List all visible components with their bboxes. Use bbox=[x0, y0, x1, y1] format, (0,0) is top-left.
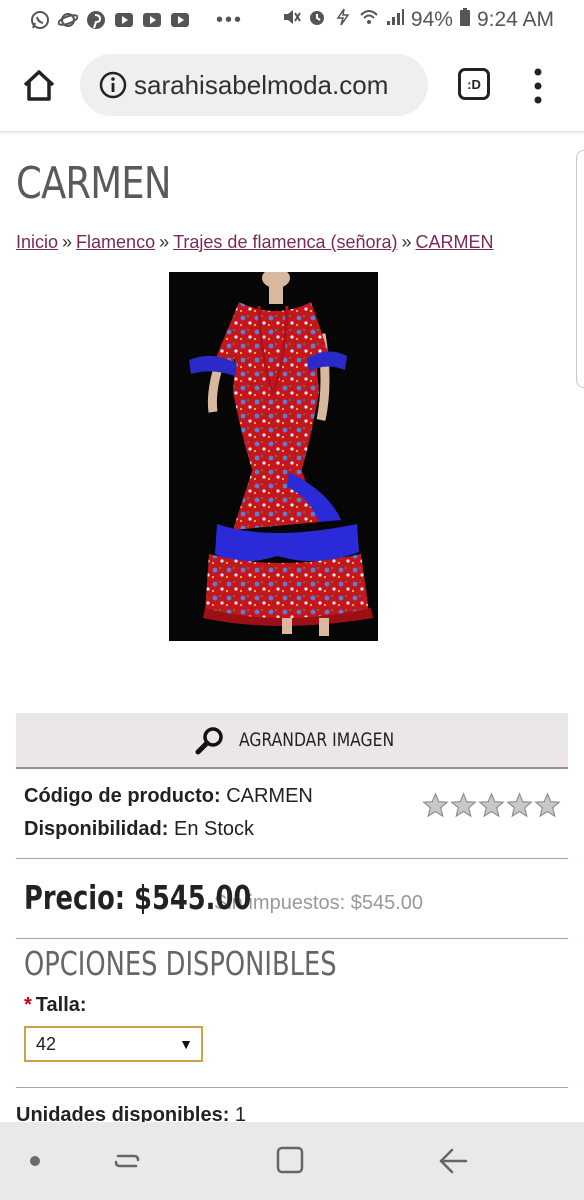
price-row: Precio: $545.00 Sin impuestos: $545.00 bbox=[24, 878, 423, 917]
availability-label: Disponibilidad: bbox=[24, 818, 169, 840]
star-icon bbox=[506, 792, 533, 818]
data-saver-icon bbox=[333, 7, 353, 33]
product-info: Código de producto: CARMEN Disponibilida… bbox=[24, 780, 313, 846]
recent-apps-icon[interactable] bbox=[110, 1144, 144, 1178]
tab-switcher-button[interactable]: :D bbox=[458, 68, 490, 100]
home-button[interactable] bbox=[20, 66, 58, 104]
required-marker: * bbox=[24, 994, 32, 1016]
alarm-icon bbox=[307, 7, 327, 33]
breadcrumb-link-inicio[interactable]: Inicio bbox=[16, 232, 58, 252]
scroll-handle[interactable] bbox=[576, 150, 584, 388]
browser-toolbar: sarahisabelmoda.com :D bbox=[0, 40, 584, 132]
notification-icons bbox=[30, 10, 190, 30]
pinterest-icon bbox=[86, 10, 106, 30]
battery-percent: 94% bbox=[410, 8, 453, 31]
url-text[interactable]: sarahisabelmoda.com bbox=[134, 70, 388, 101]
battery-icon bbox=[459, 7, 471, 33]
more-vert-icon bbox=[534, 68, 542, 104]
search-icon bbox=[195, 727, 223, 755]
divider bbox=[16, 858, 568, 859]
breadcrumb-separator: » bbox=[62, 232, 73, 252]
product-code-value: CARMEN bbox=[226, 785, 313, 807]
star-icon bbox=[450, 792, 477, 818]
overflow-menu-button[interactable] bbox=[530, 64, 546, 108]
star-icon bbox=[422, 792, 449, 818]
availability-row: Disponibilidad: En Stock bbox=[24, 813, 313, 846]
youtube-icon bbox=[114, 10, 134, 30]
talla-select[interactable]: 42 ▼ bbox=[24, 1026, 203, 1062]
system-navigation-bar bbox=[0, 1122, 584, 1200]
star-icon bbox=[478, 792, 505, 818]
talla-label: * Talla: bbox=[24, 994, 87, 1017]
info-icon[interactable] bbox=[98, 70, 128, 100]
breadcrumb-separator: » bbox=[159, 232, 170, 252]
system-icons: 94% 9:24 AM bbox=[281, 7, 554, 33]
clock: 9:24 AM bbox=[476, 8, 554, 31]
availability-value: En Stock bbox=[174, 818, 255, 840]
saturn-icon bbox=[57, 10, 79, 30]
divider bbox=[16, 1087, 568, 1088]
youtube-icon bbox=[170, 10, 190, 30]
enlarge-image-button[interactable]: AGRANDAR IMAGEN bbox=[16, 713, 568, 769]
talla-label-text: Talla: bbox=[35, 994, 87, 1016]
star-icon bbox=[534, 792, 561, 818]
page-title: CARMEN bbox=[16, 158, 171, 209]
breadcrumb-link-trajes[interactable]: Trajes de flamenca (señora) bbox=[173, 232, 397, 252]
wifi-icon bbox=[359, 7, 379, 33]
rating-stars[interactable] bbox=[422, 792, 561, 819]
signal-icon bbox=[385, 7, 405, 33]
breadcrumb-separator: » bbox=[401, 232, 412, 252]
options-title: OPCIONES DISPONIBLES bbox=[24, 944, 337, 983]
breadcrumb-link-flamenco[interactable]: Flamenco bbox=[76, 232, 155, 252]
youtube-icon bbox=[142, 10, 162, 30]
price-label: Precio: $545.00 bbox=[24, 878, 252, 917]
more-notifications-dots: ••• bbox=[216, 8, 244, 31]
divider bbox=[16, 938, 568, 939]
home-nav-icon[interactable] bbox=[274, 1144, 306, 1176]
breadcrumb: Inicio» Flamenco» Trajes de flamenca (seño… bbox=[16, 232, 494, 253]
status-bar: ••• 94% 9:24 AM bbox=[0, 0, 584, 40]
enlarge-image-label: AGRANDAR IMAGEN bbox=[239, 729, 395, 751]
nav-dot-icon[interactable] bbox=[30, 1156, 40, 1166]
product-code-row: Código de producto: CARMEN bbox=[24, 780, 313, 813]
mute-icon bbox=[281, 7, 301, 33]
talla-selected-value: 42 bbox=[36, 1033, 57, 1054]
whatsapp-icon bbox=[30, 10, 50, 30]
product-code-label: Código de producto: bbox=[24, 785, 221, 807]
product-image[interactable] bbox=[169, 272, 378, 641]
dropdown-arrow-icon: ▼ bbox=[179, 1036, 193, 1052]
back-icon[interactable] bbox=[436, 1144, 470, 1178]
home-icon bbox=[23, 70, 55, 101]
address-bar[interactable]: sarahisabelmoda.com bbox=[80, 54, 428, 116]
breadcrumb-link-carmen[interactable]: CARMEN bbox=[416, 232, 494, 252]
